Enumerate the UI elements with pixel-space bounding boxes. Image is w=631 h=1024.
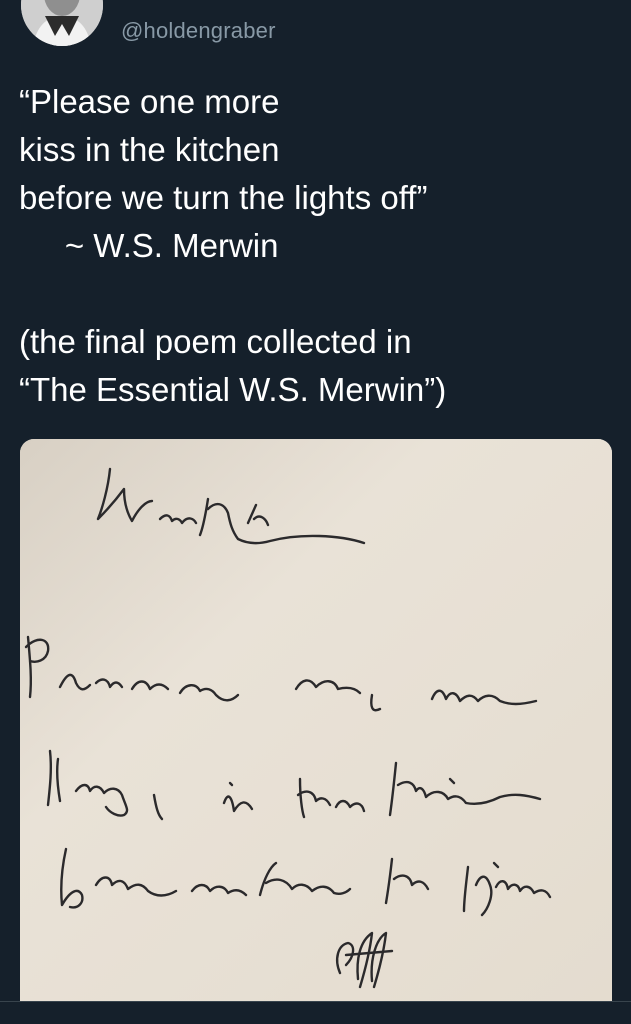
tweet-text: “Please one more kiss in the kitchen bef… — [19, 78, 619, 414]
tweet-line: ~ W.S. Merwin — [19, 227, 279, 264]
tweet-line: kiss in the kitchen — [19, 131, 280, 168]
avatar-icon — [21, 0, 103, 46]
avatar[interactable] — [21, 0, 103, 46]
divider — [0, 1001, 631, 1002]
tweet-line: before we turn the lights off” — [19, 179, 428, 216]
tweet-image[interactable] — [20, 439, 612, 1001]
handwritten-manuscript-icon — [20, 439, 612, 1001]
user-handle[interactable]: @holdengraber — [121, 18, 276, 44]
tweet-line: (the final poem collected in — [19, 323, 412, 360]
tweet-header: @holdengraber — [0, 0, 631, 56]
tweet-line: “The Essential W.S. Merwin”) — [19, 371, 447, 408]
tweet-line: “Please one more — [19, 83, 280, 120]
